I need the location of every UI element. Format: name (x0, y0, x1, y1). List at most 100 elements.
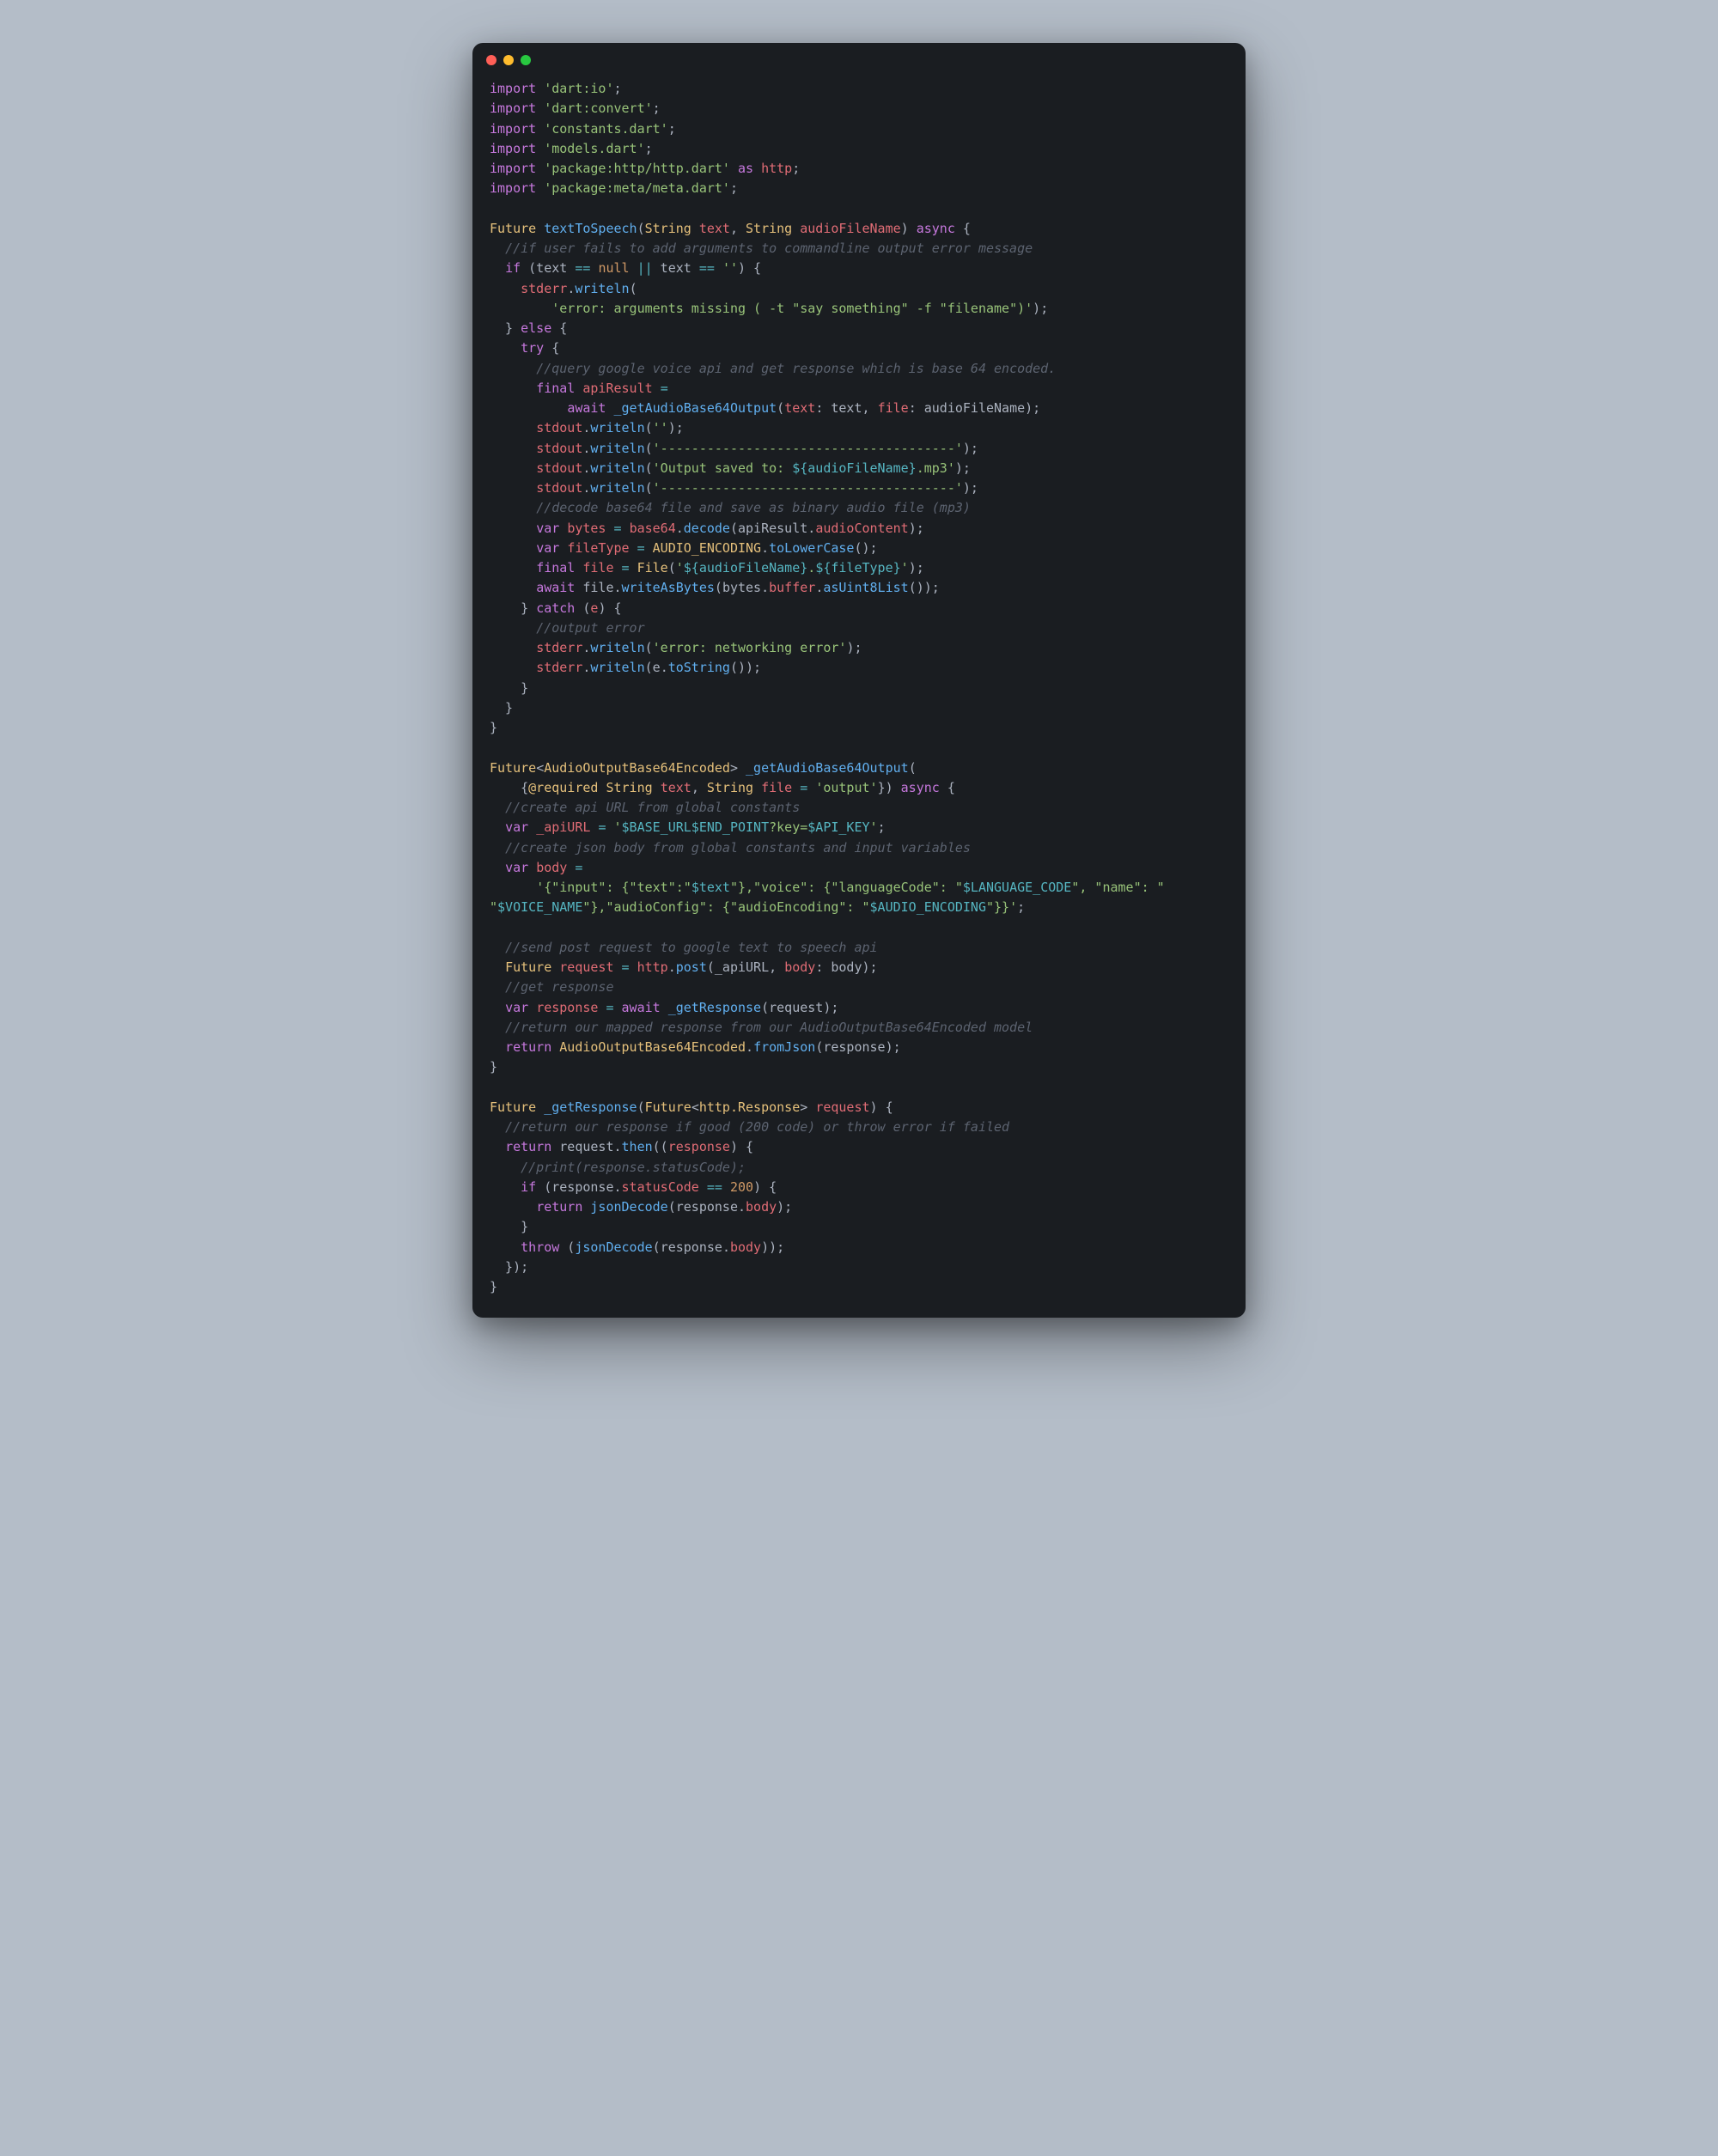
generic-type: http.Response (699, 1099, 800, 1115)
kw-import: import (490, 180, 536, 196)
ident: stderr (521, 281, 567, 296)
kw-async: async (917, 221, 955, 236)
arg: text (831, 400, 862, 416)
param-type: String (606, 780, 652, 795)
interp: $BASE_URL$END_POINT (622, 819, 770, 835)
ident: stdout (536, 420, 582, 435)
cond: (text (528, 260, 575, 276)
kw-try: try (521, 340, 544, 356)
const: AUDIO_ENCODING (653, 540, 761, 556)
string: "},"audioConfig": {"audioEncoding": " (582, 899, 869, 915)
comment: //get response (505, 979, 613, 995)
ident: body (536, 860, 567, 875)
comment: //send post request to google text to sp… (505, 940, 877, 955)
comment: //output error (536, 620, 644, 636)
method: toString (668, 660, 730, 675)
string: 'Output saved to: (653, 460, 793, 476)
class: File (637, 560, 668, 576)
method: post (676, 959, 707, 975)
ident: response (676, 1199, 738, 1215)
ident: apiResult (738, 521, 807, 536)
string: ?key= (769, 819, 807, 835)
fn-call: _getResponse (668, 1000, 761, 1015)
import-literal: 'dart:convert' (544, 100, 652, 116)
string: ' (676, 560, 684, 576)
named-param: text (784, 400, 815, 416)
maximize-icon[interactable] (521, 55, 531, 65)
ident: fileType (567, 540, 629, 556)
ident: e (653, 660, 661, 675)
interp: ${fileType} (815, 560, 900, 576)
method: then (622, 1139, 653, 1154)
ident: response (551, 1179, 613, 1195)
method: asUint8List (823, 580, 908, 595)
ident: request (559, 959, 613, 975)
catch-var: e (590, 600, 598, 616)
named-param: file (878, 400, 909, 416)
param-name: file (761, 780, 792, 795)
arg: request (769, 1000, 823, 1015)
ident: _apiURL (536, 819, 590, 835)
kw-return: return (505, 1139, 551, 1154)
param-type: String (746, 221, 792, 236)
interp: ${audioFileName} (792, 460, 917, 476)
named-param: body (784, 959, 815, 975)
kw-catch: catch (536, 600, 575, 616)
method: writeAsBytes (622, 580, 715, 595)
kw-var: var (536, 521, 559, 536)
minimize-icon[interactable] (503, 55, 514, 65)
kw-else: else (521, 320, 551, 336)
string: "}}' (986, 899, 1017, 915)
kw-import: import (490, 100, 536, 116)
kw-if: if (521, 1179, 536, 1195)
ident: apiResult (582, 381, 652, 396)
kw-await: await (622, 1000, 661, 1015)
number: 200 (730, 1179, 753, 1195)
kw-as: as (738, 161, 753, 176)
op-eq: == (707, 1179, 722, 1195)
string: .mp3' (917, 460, 955, 476)
import-literal: 'package:http/http.dart' (544, 161, 730, 176)
import-literal: 'dart:io' (544, 81, 613, 96)
class: AudioOutputBase64Encoded (559, 1039, 746, 1055)
kw-return: return (505, 1039, 551, 1055)
method: writeln (590, 460, 644, 476)
interp: $VOICE_NAME (497, 899, 582, 915)
string: '--------------------------------------' (653, 441, 963, 456)
kw-var: var (536, 540, 559, 556)
string: '{"input": {"text":" (536, 880, 691, 895)
method: writeln (590, 660, 644, 675)
param-type: String (645, 221, 691, 236)
op-eq: == (699, 260, 715, 276)
param-name: text (661, 780, 691, 795)
return-type: Future (490, 760, 536, 776)
arg: _apiURL (715, 959, 769, 975)
comment: //create api URL from global constants (505, 800, 800, 815)
close-icon[interactable] (486, 55, 497, 65)
fn-name: _getAudioBase64Output (746, 760, 909, 776)
comment: //print(response.statusCode); (521, 1160, 746, 1175)
method: writeln (575, 281, 629, 296)
string: "},"voice": {"languageCode": " (730, 880, 963, 895)
string: ", "name": " (1071, 880, 1164, 895)
param-type: Future (645, 1099, 691, 1115)
kw-final: final (536, 381, 575, 396)
comment: //create json body from global constants… (505, 840, 971, 856)
string: '--------------------------------------' (653, 480, 963, 496)
import-literal: 'constants.dart' (544, 121, 668, 137)
comment: //return our response if good (200 code)… (505, 1119, 1009, 1135)
titlebar (472, 43, 1246, 70)
type: Future (505, 959, 551, 975)
ident: stderr (536, 660, 582, 675)
kw-var: var (505, 819, 528, 835)
kw-import: import (490, 141, 536, 156)
import-literal: 'models.dart' (544, 141, 644, 156)
kw-return: return (536, 1199, 582, 1215)
generic-type: AudioOutputBase64Encoded (544, 760, 730, 776)
op-eq: == (575, 260, 590, 276)
kw-final: final (536, 560, 575, 576)
interp: $AUDIO_ENCODING (870, 899, 986, 915)
cond: text (653, 260, 699, 276)
prop: body (730, 1239, 761, 1255)
fn-call: jsonDecode (590, 1199, 667, 1215)
